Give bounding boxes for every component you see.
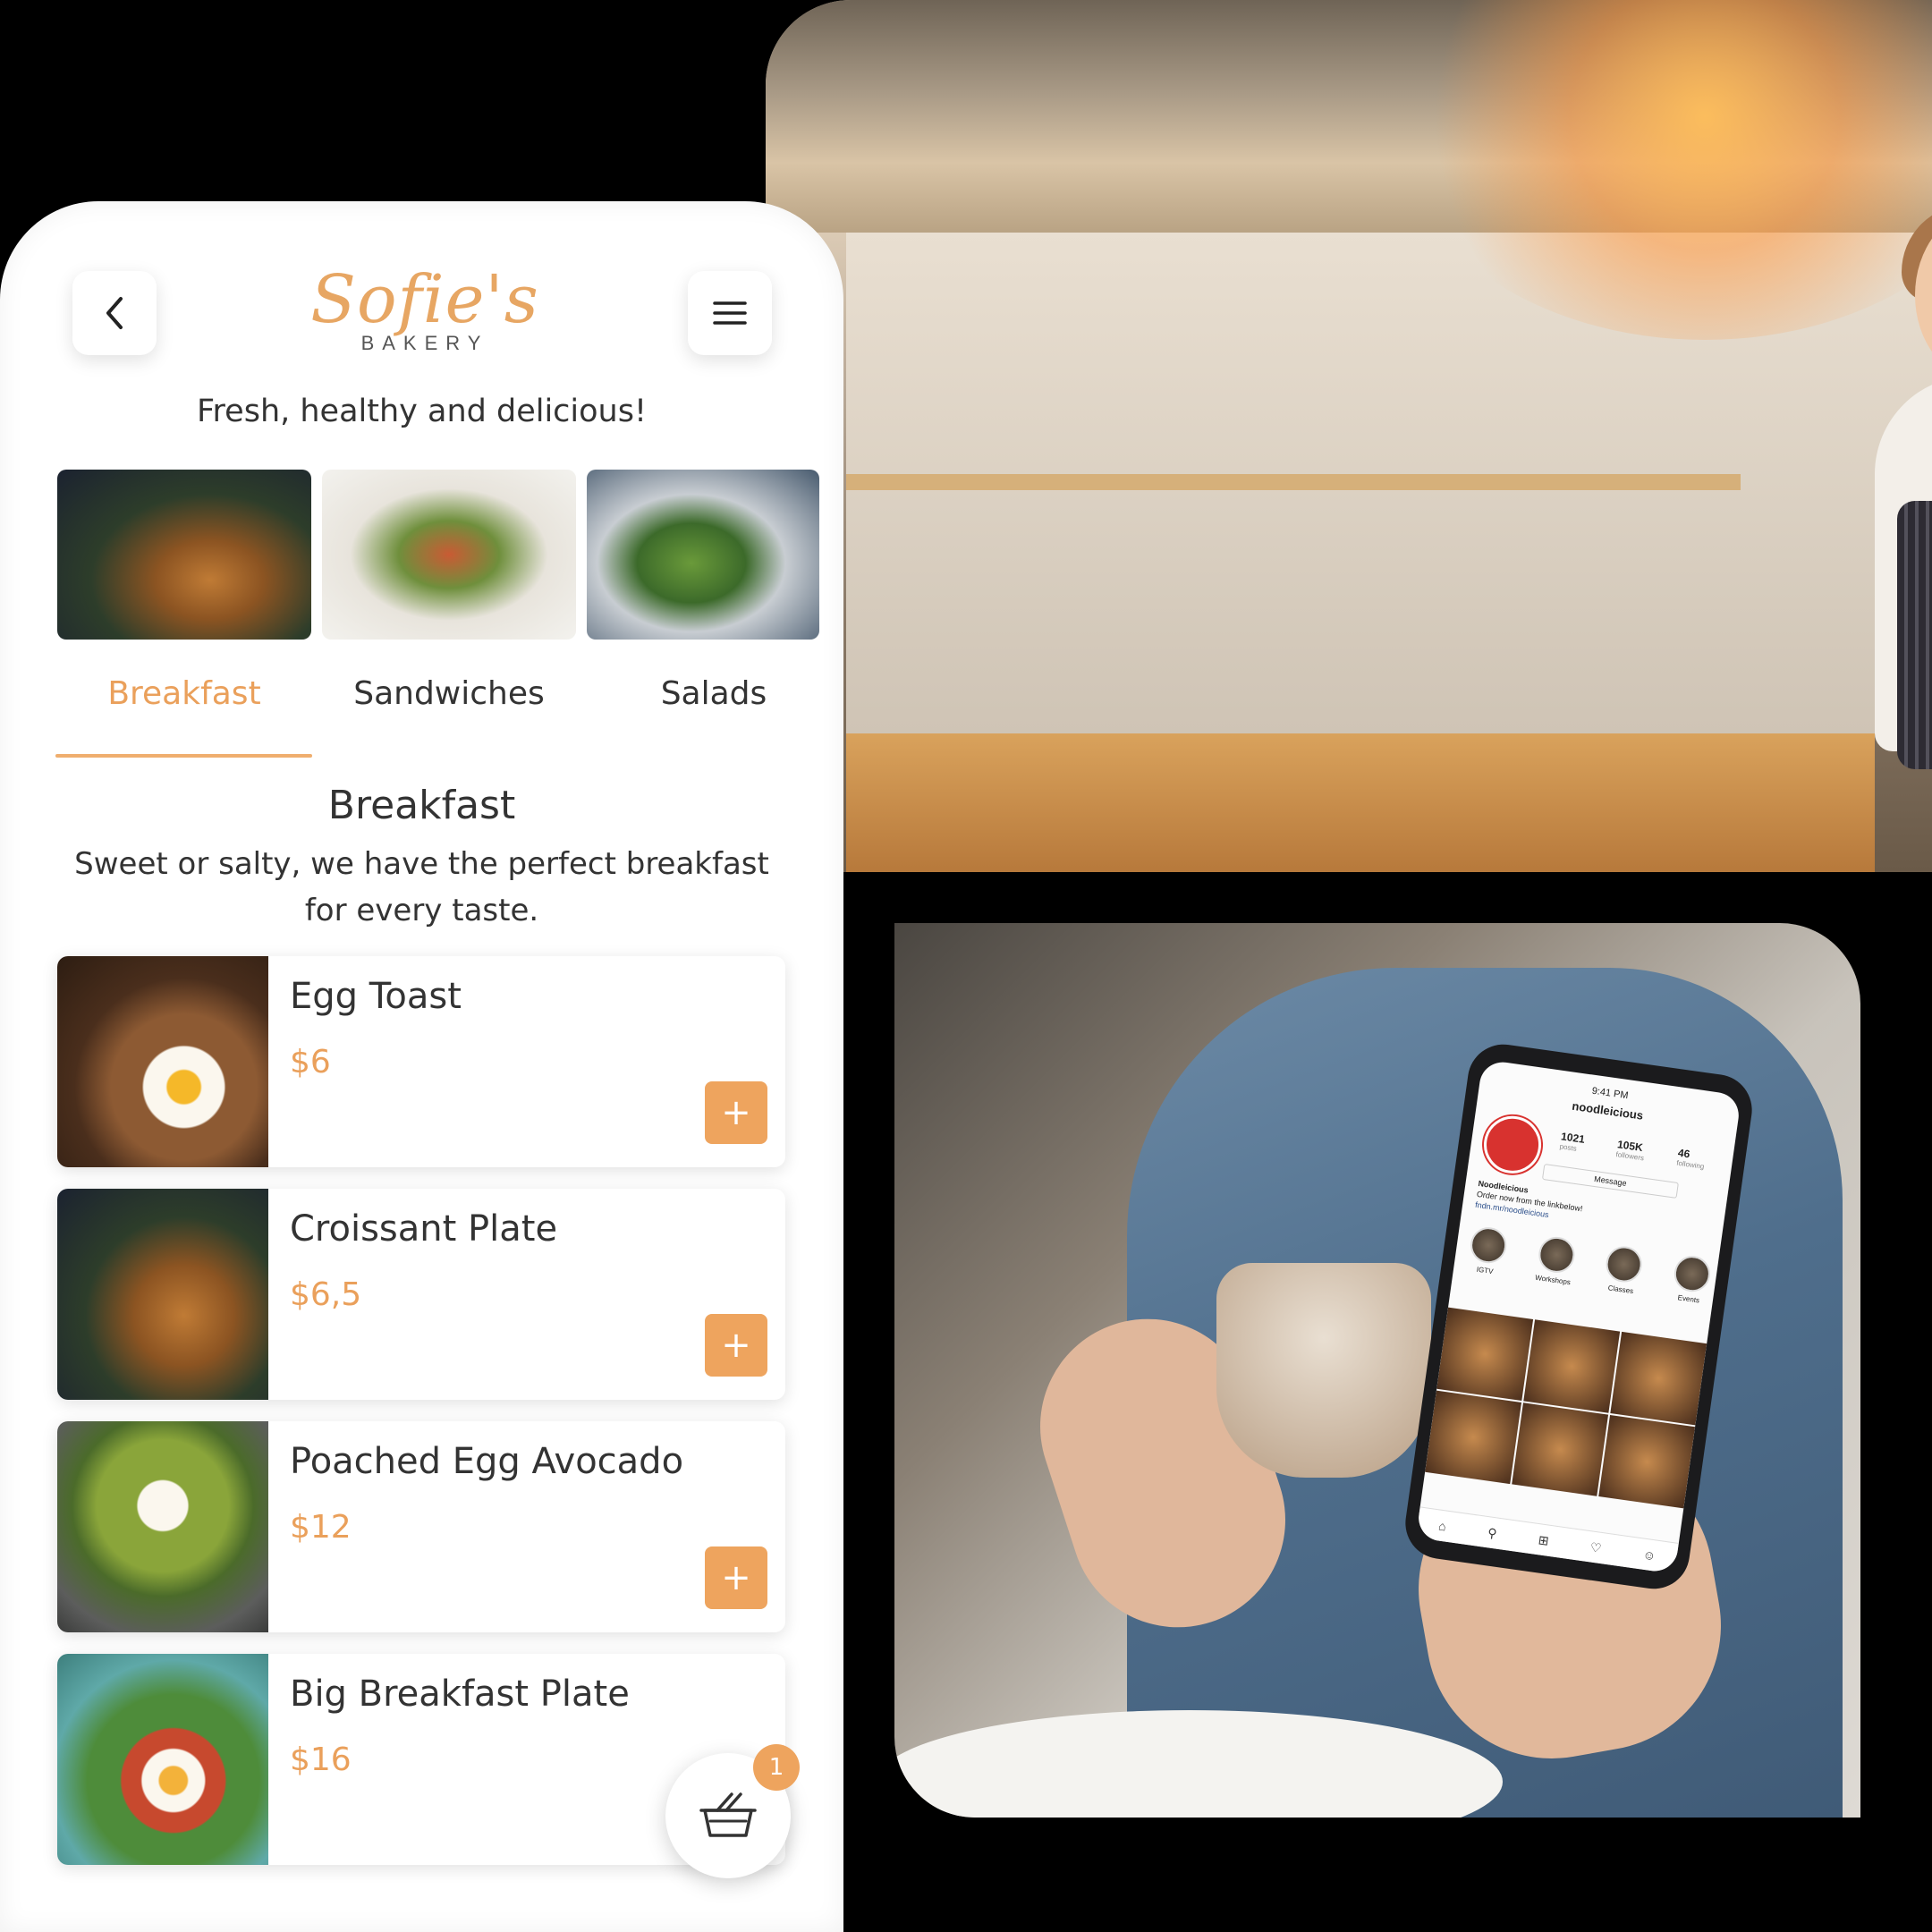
menu-item-name: Croissant Plate [290,1208,558,1250]
profile-stats: 1021 posts 105K followers 46 following [1543,1128,1723,1174]
stat-posts: 1021 posts [1559,1130,1586,1153]
menu-item-price: $6 [290,1044,331,1080]
instagram-profile-screen: 9:41 PM noodleicious 1021 posts 105K follo… [1415,1059,1742,1574]
menu-item-card[interactable]: Croissant Plate $6,5 + [57,1189,785,1400]
add-to-cart-button[interactable]: + [705,1546,767,1609]
post-thumbnail [1436,1307,1534,1402]
tab-breakfast[interactable]: Breakfast [57,675,311,712]
bakery-logo: Sofie's BAKERY [304,264,546,355]
hamburger-menu-icon [713,301,747,325]
shelf [846,474,1741,490]
category-image-salads[interactable] [587,470,819,640]
menu-item-image [57,956,268,1167]
cart-count-badge: 1 [753,1744,800,1791]
add-to-cart-button[interactable]: + [705,1314,767,1377]
counter [846,733,1875,872]
highlight-item: Classes [1598,1243,1649,1296]
menu-item-name: Poached Egg Avocado [290,1441,684,1482]
post-grid [1425,1307,1707,1509]
profile-avatar [1479,1112,1546,1177]
heart-icon: ♡ [1589,1538,1603,1555]
tab-sandwiches[interactable]: Sandwiches [322,675,576,712]
tagline: Fresh, healthy and delicious! [196,394,648,429]
photo-bakery-counter [766,0,1932,872]
coffee-cup [1216,1263,1431,1478]
menu-button[interactable] [688,271,772,355]
menu-item-image [57,1189,268,1400]
category-image-sandwiches[interactable] [322,470,576,640]
post-thumbnail [1512,1402,1609,1496]
basket-icon [699,1792,757,1837]
add-post-icon: ⊞ [1537,1531,1550,1548]
chevron-left-icon [106,297,123,329]
menu-item-card[interactable]: Poached Egg Avocado $12 + [57,1421,785,1632]
menu-item-price: $6,5 [290,1276,362,1313]
photo-phone-in-hand: 9:41 PM noodleicious 1021 posts 105K follo… [894,923,1860,1818]
post-thumbnail [1598,1414,1696,1509]
menu-item-image [57,1654,268,1865]
home-icon: ⌂ [1437,1518,1447,1534]
post-thumbnail [1523,1319,1621,1413]
logo-script: Sofie's [310,261,539,338]
post-thumbnail [1610,1331,1707,1426]
stat-following: 46 following [1675,1146,1705,1171]
server-apron [1897,501,1932,769]
bakery-app-screen: Sofie's BAKERY Fresh, healthy and delici… [0,201,843,1932]
highlight-item: IGTV [1462,1224,1513,1277]
menu-item-image [57,1421,268,1632]
menu-item-card[interactable]: Egg Toast $6 + [57,956,785,1167]
search-icon: ⚲ [1487,1524,1498,1541]
menu-item-name: Egg Toast [290,976,462,1017]
post-thumbnail [1425,1390,1522,1485]
highlight-item: Workshops [1530,1234,1581,1287]
profile-icon: ☺ [1641,1546,1657,1563]
add-to-cart-button[interactable]: + [705,1081,767,1144]
back-button[interactable] [72,271,157,355]
tab-salads[interactable]: Salads [587,675,841,712]
menu-item-price: $16 [290,1741,352,1778]
section-description: Sweet or salty, we have the perfect brea… [74,846,769,928]
menu-item-price: $12 [290,1509,352,1546]
category-image-breakfast[interactable] [57,470,311,640]
active-tab-indicator [55,754,312,758]
section-title: Breakfast [327,783,516,828]
menu-item-name: Big Breakfast Plate [290,1674,630,1715]
highlight-item: Events [1666,1253,1717,1306]
stat-followers: 105K followers [1615,1138,1645,1163]
